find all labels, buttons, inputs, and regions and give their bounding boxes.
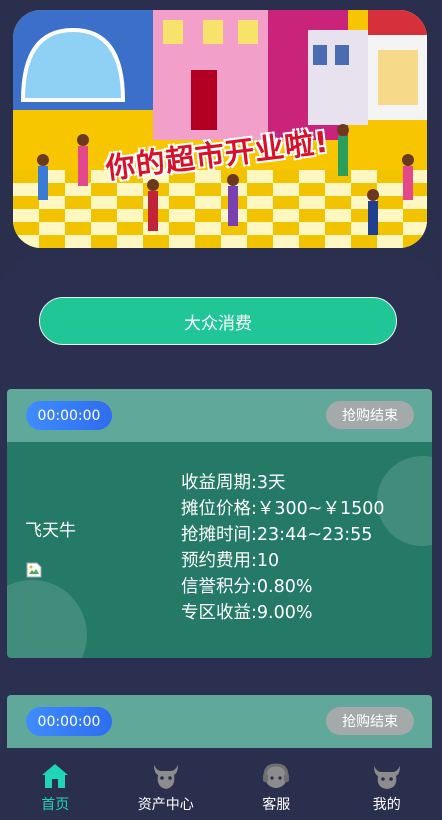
product-card[interactable]: 00:00:00 抢购结束	[7, 695, 432, 752]
stat-income-period: 收益周期:3天	[181, 473, 286, 493]
stat-grab-time: 抢摊时间:23:44~23:55	[181, 525, 373, 545]
decor-circle	[377, 456, 432, 546]
product-card[interactable]: 00:00:00 抢购结束 飞天牛 收益周期:3天 摊位价格:￥300~￥150…	[7, 389, 432, 658]
purchase-ended-badge[interactable]: 抢购结束	[326, 707, 414, 735]
stat-booking-fee: 预约费用:10	[181, 551, 280, 571]
bottom-nav: 首页 资产中心 客服 我的	[0, 752, 442, 820]
nav-asset-center[interactable]: 资产中心	[111, 752, 222, 820]
nav-profile[interactable]: 我的	[332, 752, 442, 820]
countdown-timer: 00:00:00	[26, 707, 112, 736]
card-body: 飞天牛 收益周期:3天 摊位价格:￥300~￥1500 抢摊时间:23:44~2…	[7, 442, 432, 658]
broken-image-icon	[26, 562, 42, 578]
public-consumption-button[interactable]: 大众消费	[39, 297, 397, 345]
card-header: 00:00:00 抢购结束	[7, 389, 432, 442]
banner-illustration	[13, 10, 427, 248]
nav-home[interactable]: 首页	[0, 752, 111, 820]
nav-label: 首页	[41, 797, 70, 813]
countdown-timer: 00:00:00	[26, 401, 112, 430]
stat-credit-points: 信誉积分:0.80%	[181, 577, 313, 597]
nav-label: 资产中心	[137, 797, 194, 813]
bull-profile-icon	[373, 766, 400, 789]
decor-circle	[7, 580, 87, 658]
nav-label: 客服	[262, 797, 291, 813]
product-stats: 收益周期:3天 摊位价格:￥300~￥1500 抢摊时间:23:44~23:55…	[181, 470, 385, 626]
nav-label: 我的	[372, 797, 401, 813]
store-opening-banner[interactable]: 你的超市开业啦!	[13, 10, 427, 248]
bull-icon	[153, 765, 178, 789]
stat-stall-price: 摊位价格:￥300~￥1500	[181, 499, 385, 519]
nav-customer-service[interactable]: 客服	[221, 752, 332, 820]
card-header: 00:00:00 抢购结束	[7, 695, 432, 748]
purchase-ended-badge[interactable]: 抢购结束	[326, 401, 414, 429]
home-icon	[42, 764, 69, 788]
stat-zone-income: 专区收益:9.00%	[181, 603, 313, 623]
headset-icon	[263, 763, 290, 788]
product-name: 飞天牛	[25, 521, 76, 541]
